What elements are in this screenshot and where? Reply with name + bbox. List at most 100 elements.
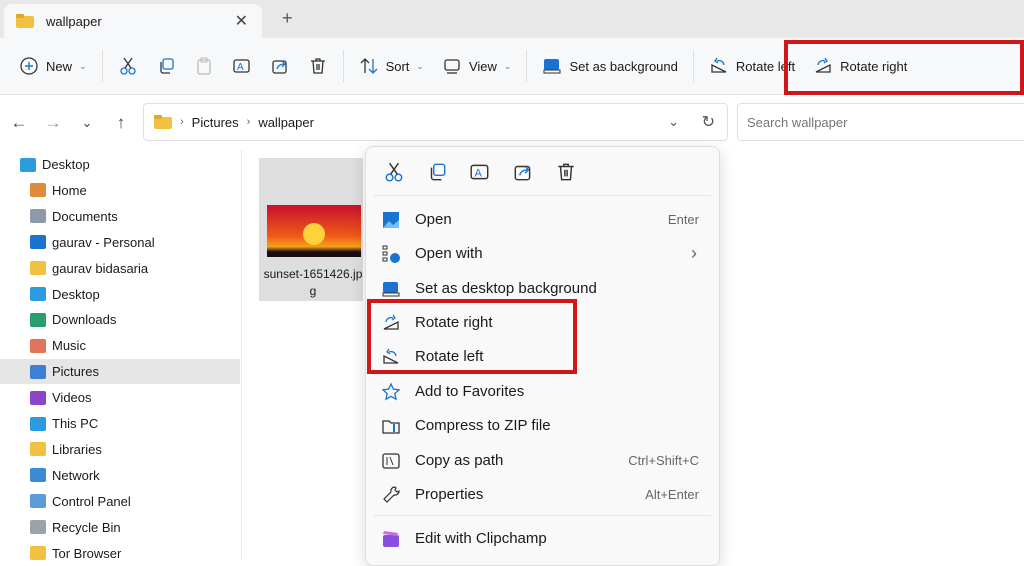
sidebar-item-pictures[interactable]: Pictures [0, 359, 240, 385]
sidebar-item-videos[interactable]: Videos [0, 385, 240, 410]
menu-item-label: Properties [415, 486, 484, 503]
paste-button[interactable] [185, 48, 223, 84]
address-bar[interactable]: › Pictures › wallpaper ⌄ ↻ [143, 103, 728, 141]
tab-bar: wallpaper ✕ + [0, 0, 1024, 38]
up-button[interactable]: ↑ [104, 113, 138, 133]
rename-button[interactable]: A [223, 48, 261, 84]
sidebar-item-label: Control Panel [52, 493, 131, 509]
sidebar-item-gaurav-bidasaria[interactable]: gaurav bidasaria [0, 256, 240, 281]
sidebar-item-documents[interactable]: Documents [0, 204, 240, 229]
zip-folder-icon [382, 419, 400, 434]
sidebar-item-label: Documents [52, 208, 118, 224]
sidebar-item-icon [30, 416, 46, 431]
new-label: New [46, 58, 73, 74]
recent-locations-button[interactable]: ⌄ [70, 115, 104, 131]
menu-item-shortcut: Alt+Enter [645, 487, 699, 502]
sidebar-item-music[interactable]: Music [0, 333, 240, 358]
tab-title: wallpaper [46, 13, 102, 29]
sort-label: Sort [385, 58, 410, 74]
set-as-background-button[interactable]: Set as background [533, 48, 686, 84]
sidebar-item-home[interactable]: Home [0, 178, 240, 203]
set-background-label: Set as background [569, 58, 678, 74]
copy-button[interactable] [147, 48, 185, 84]
highlight-box-toolbar [784, 40, 1024, 95]
svg-text:A: A [475, 167, 483, 179]
folder-icon [16, 14, 34, 28]
close-tab-icon[interactable]: ✕ [235, 11, 248, 31]
file-item[interactable]: sunset-1651426.jpg [259, 158, 363, 301]
folder-icon [154, 115, 172, 129]
breadcrumb-pictures[interactable]: Pictures [192, 115, 239, 130]
cut-icon[interactable] [383, 161, 405, 183]
menu-item-label: Add to Favorites [415, 383, 525, 400]
navigation-pane: Desktop Home Documents gaurav - Personal gau… [0, 150, 242, 561]
sidebar-item-icon [30, 520, 46, 535]
sidebar-item-icon [30, 312, 46, 327]
sidebar-item-label: Videos [52, 390, 92, 406]
menu-item-open-with[interactable]: Open with › [370, 237, 715, 270]
sidebar-item-label: Network [52, 467, 100, 483]
sidebar-item-desktop[interactable]: Desktop [0, 282, 240, 307]
scissors-icon [119, 57, 136, 75]
open-with-icon [382, 245, 400, 263]
sidebar-item-label: Desktop [42, 157, 90, 172]
breadcrumb-wallpaper[interactable]: wallpaper [258, 115, 314, 130]
search-input[interactable] [737, 103, 1024, 141]
delete-button[interactable] [299, 48, 337, 84]
view-button[interactable]: View ⌄ [433, 48, 521, 84]
star-icon [381, 381, 401, 400]
menu-item-properties[interactable]: Properties Alt+Enter [370, 478, 715, 511]
sidebar-item-tor-browser[interactable]: Tor Browser [0, 541, 240, 566]
sidebar-item-icon [30, 546, 46, 560]
menu-item-open[interactable]: Open Enter [370, 203, 715, 236]
wrench-icon [383, 485, 400, 503]
sidebar-item-downloads[interactable]: Downloads [0, 307, 240, 332]
cut-button[interactable] [109, 48, 147, 84]
sidebar-item-control-panel[interactable]: Control Panel [0, 489, 240, 514]
sidebar-item-network[interactable]: Network [0, 463, 240, 488]
highlight-box-menu [367, 299, 577, 374]
menu-item-edit-with-clipchamp[interactable]: Edit with Clipchamp [370, 522, 715, 555]
back-button[interactable]: ← [2, 113, 36, 133]
wallpaper-icon [543, 59, 561, 74]
new-tab-button[interactable]: + [282, 8, 293, 29]
share-icon [271, 60, 287, 74]
view-icon [444, 59, 460, 74]
menu-item-shortcut: Enter [667, 212, 699, 227]
sidebar-item-label: Downloads [52, 312, 117, 328]
refresh-icon[interactable]: ↻ [702, 112, 715, 132]
sidebar-item-label: gaurav - Personal [52, 234, 155, 250]
menu-item-copy-as-path[interactable]: Copy as path Ctrl+Shift+C [370, 444, 715, 477]
new-button[interactable]: New ⌄ [10, 48, 96, 84]
tab-wallpaper[interactable]: wallpaper ✕ [4, 4, 262, 38]
sort-button[interactable]: Sort ⌄ [350, 48, 433, 84]
menu-item-shortcut: Ctrl+Shift+C [628, 453, 699, 468]
menu-item-shortcut: › [691, 243, 697, 263]
sidebar-item-this-pc[interactable]: This PC [0, 411, 240, 436]
share-button[interactable] [261, 48, 299, 84]
forward-button[interactable]: → [36, 113, 70, 133]
sidebar-item-recycle-bin[interactable]: Recycle Bin [0, 515, 240, 540]
rename-icon[interactable]: A [469, 161, 491, 183]
photos-icon [383, 211, 399, 228]
address-dropdown-icon[interactable]: ⌄ [668, 114, 679, 130]
sidebar-item-label: Desktop [52, 286, 100, 302]
image-thumbnail [267, 205, 361, 257]
menu-item-add-to-favorites[interactable]: Add to Favorites [370, 375, 715, 408]
menu-item-label: Edit with Clipchamp [415, 530, 547, 547]
wallpaper-icon [382, 281, 400, 296]
sidebar-item-icon [20, 157, 36, 172]
rename-icon: A [232, 59, 250, 73]
clipchamp-icon [383, 530, 399, 547]
share-icon[interactable] [512, 161, 534, 183]
menu-item-label: Set as desktop background [415, 280, 597, 297]
sidebar-item-desktop[interactable]: Desktop [0, 152, 240, 177]
menu-item-compress-to-zip[interactable]: Compress to ZIP file [370, 409, 715, 442]
copy-icon[interactable] [426, 161, 448, 183]
sidebar-item-gaurav-personal[interactable]: gaurav - Personal [0, 230, 240, 255]
delete-icon[interactable] [555, 161, 577, 183]
sidebar-item-icon [30, 261, 46, 276]
sidebar-item-label: This PC [52, 416, 99, 431]
sidebar-item-libraries[interactable]: Libraries [0, 437, 240, 462]
sidebar-item-label: Recycle Bin [52, 519, 121, 535]
